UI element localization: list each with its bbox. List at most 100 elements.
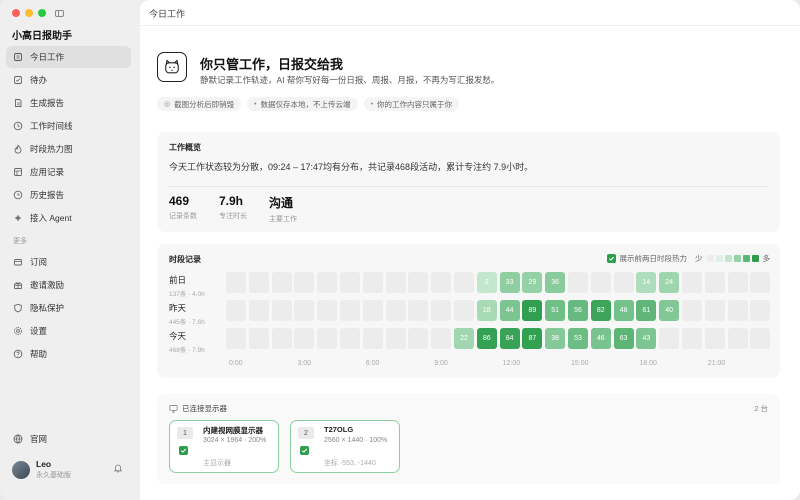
sidebar-item-clock[interactable]: 工作时间线 <box>6 115 131 137</box>
heat-cell[interactable] <box>226 300 246 321</box>
heat-cell[interactable]: 29 <box>522 272 543 293</box>
heat-cell[interactable] <box>454 272 474 293</box>
heat-cell[interactable]: 84 <box>499 328 520 349</box>
heat-cell[interactable]: 36 <box>545 272 566 293</box>
heat-cell[interactable] <box>317 300 338 321</box>
heat-cell[interactable]: 2 <box>476 272 497 293</box>
user-profile[interactable]: Leo 永久基础版 <box>12 459 127 480</box>
sidebar-item-apps[interactable]: 应用记录 <box>6 161 131 183</box>
heat-cell[interactable] <box>226 272 246 293</box>
heat-cell[interactable] <box>682 328 702 349</box>
heat-cell[interactable] <box>294 328 315 349</box>
heat-cell[interactable] <box>454 300 474 321</box>
sidebar-toggle-icon[interactable] <box>55 9 64 17</box>
monitor-checkbox[interactable] <box>300 446 309 455</box>
heat-cell[interactable] <box>271 272 292 293</box>
heat-cell[interactable]: 44 <box>499 300 520 321</box>
heat-cell[interactable] <box>248 328 269 349</box>
heat-cell[interactable] <box>362 300 383 321</box>
heat-cell[interactable] <box>704 272 725 293</box>
stat-value: 沟通 <box>269 196 294 210</box>
heat-cell[interactable] <box>248 300 269 321</box>
heat-cell[interactable]: 53 <box>568 328 588 349</box>
heat-cell[interactable] <box>317 328 338 349</box>
heat-cell[interactable]: 46 <box>590 328 611 349</box>
heat-cell[interactable] <box>682 300 702 321</box>
sidebar-item-help[interactable]: 帮助 <box>6 343 131 365</box>
heat-cell[interactable] <box>362 272 383 293</box>
heat-cell[interactable]: 40 <box>659 300 680 321</box>
heat-cell[interactable] <box>226 328 246 349</box>
sidebar-item-flame[interactable]: 时段热力图 <box>6 138 131 160</box>
heat-cell[interactable]: 22 <box>454 328 474 349</box>
heat-cell[interactable] <box>431 272 452 293</box>
monitor-card[interactable]: 2 T27OLG 2560 × 1440 · 100% 坐标 -553, -1440 <box>290 420 400 473</box>
heat-cell[interactable]: 61 <box>636 300 657 321</box>
heat-cell[interactable] <box>340 328 360 349</box>
heat-cell[interactable] <box>431 300 452 321</box>
heat-cell[interactable] <box>750 328 771 349</box>
heat-cell[interactable] <box>704 300 725 321</box>
heat-cell[interactable] <box>682 272 702 293</box>
heat-cell[interactable]: 18 <box>476 300 497 321</box>
heat-cell[interactable]: 24 <box>659 272 680 293</box>
monitor-checkbox[interactable] <box>179 446 188 455</box>
heat-cell[interactable] <box>408 328 429 349</box>
heat-cell[interactable] <box>294 272 315 293</box>
heat-cell[interactable] <box>408 272 429 293</box>
sidebar-item-website[interactable]: 官网 <box>6 428 131 450</box>
heat-cell[interactable]: 86 <box>476 328 497 349</box>
heat-cell[interactable] <box>727 328 748 349</box>
sidebar-item-agent[interactable]: 接入 Agent <box>6 207 131 229</box>
heat-cell[interactable] <box>704 328 725 349</box>
heat-cell[interactable] <box>727 272 748 293</box>
heat-cell[interactable] <box>613 272 634 293</box>
show-history-checkbox[interactable] <box>606 254 616 263</box>
heat-cell[interactable] <box>750 272 771 293</box>
heat-cell[interactable] <box>248 272 269 293</box>
heat-cell[interactable]: 48 <box>613 300 634 321</box>
heat-cell[interactable] <box>408 300 429 321</box>
heat-cell[interactable]: 63 <box>613 328 634 349</box>
heat-cell[interactable] <box>385 328 406 349</box>
heat-cell[interactable] <box>294 300 315 321</box>
heat-cell[interactable] <box>727 300 748 321</box>
close-window-button[interactable] <box>12 9 20 17</box>
heat-cell[interactable]: 43 <box>636 328 657 349</box>
minimize-window-button[interactable] <box>25 9 33 17</box>
heat-cell[interactable] <box>750 300 771 321</box>
heat-cell[interactable] <box>317 272 338 293</box>
heat-cell[interactable] <box>340 300 360 321</box>
sidebar-item-history[interactable]: 历史报告 <box>6 184 131 206</box>
sidebar-item-gift[interactable]: 邀请激励 <box>6 274 131 296</box>
heat-cell[interactable] <box>340 272 360 293</box>
heat-cell[interactable] <box>385 272 406 293</box>
heat-cell[interactable] <box>385 300 406 321</box>
zoom-window-button[interactable] <box>38 9 46 17</box>
heat-cell[interactable] <box>431 328 452 349</box>
heat-cell[interactable]: 89 <box>522 300 543 321</box>
sidebar-item-gear[interactable]: 设置 <box>6 320 131 342</box>
heat-cell[interactable]: 56 <box>568 300 588 321</box>
heat-cell[interactable] <box>362 328 383 349</box>
sidebar-item-home[interactable]: 今日工作 <box>6 46 131 68</box>
heat-cell[interactable] <box>659 328 680 349</box>
heat-cell[interactable]: 82 <box>590 300 611 321</box>
sidebar-item-todo[interactable]: 待办 <box>6 69 131 91</box>
bell-icon[interactable] <box>113 463 123 473</box>
heat-cell[interactable]: 51 <box>545 300 566 321</box>
timeline-row-name: 今天 <box>169 331 187 341</box>
timeline-axis-label: 3:00 <box>297 360 312 367</box>
sidebar-item-shield[interactable]: 隐私保护 <box>6 297 131 319</box>
heat-cell[interactable]: 38 <box>545 328 566 349</box>
heat-cell[interactable] <box>271 328 292 349</box>
heat-cell[interactable] <box>590 272 611 293</box>
monitor-card[interactable]: 1 内建视网膜显示器 3024 × 1964 · 200% 主显示器 <box>169 420 279 473</box>
heat-cell[interactable]: 33 <box>499 272 520 293</box>
sidebar-item-report[interactable]: 生成报告 <box>6 92 131 114</box>
heat-cell[interactable] <box>568 272 588 293</box>
heat-cell[interactable]: 14 <box>636 272 657 293</box>
heat-cell[interactable] <box>271 300 292 321</box>
heat-cell[interactable]: 87 <box>522 328 543 349</box>
sidebar-item-subscribe[interactable]: 订阅 <box>6 251 131 273</box>
